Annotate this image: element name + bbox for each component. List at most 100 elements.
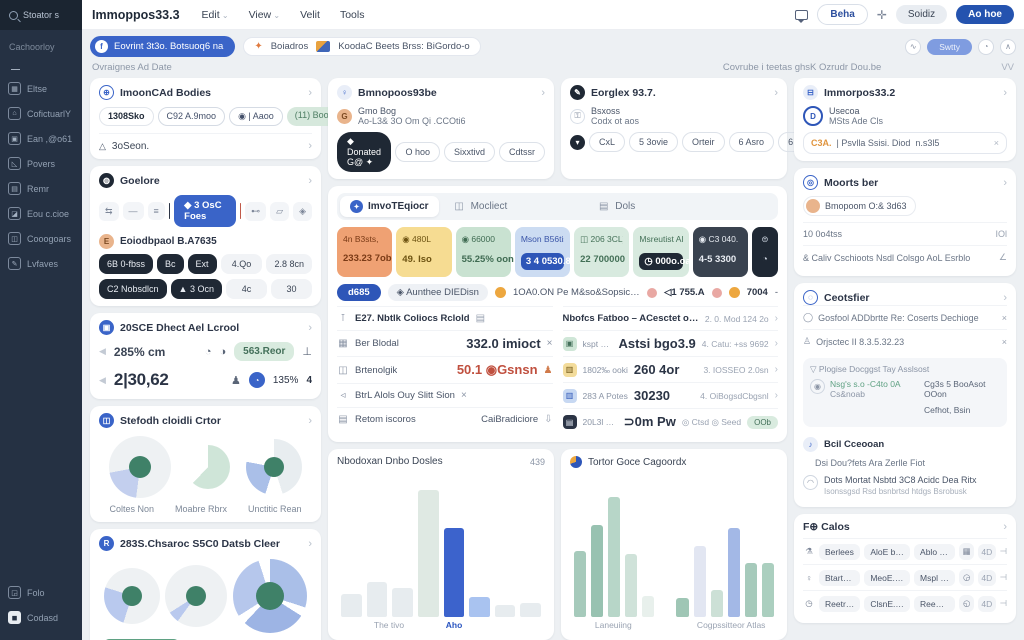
action-button[interactable]: C2 Nobsdlcn <box>99 279 167 299</box>
bar[interactable] <box>608 497 620 617</box>
person-icon[interactable]: ♟ <box>231 374 241 387</box>
chevron-right-icon[interactable]: › <box>541 87 545 99</box>
bar-plot[interactable] <box>570 468 778 617</box>
list-row[interactable]: ▦ Ber Blodal 332.0 imioct × <box>337 330 553 356</box>
toolbar-primary-pill[interactable]: f Eovrint 3t3o. Botsuoq6 na <box>90 36 235 57</box>
ghost-button[interactable]: CxL <box>589 132 625 152</box>
segment-button[interactable]: ⊷ <box>245 202 266 221</box>
ghost-button[interactable]: 5 3ovie <box>629 132 678 152</box>
calos-cell[interactable]: Btartneo <box>819 570 860 586</box>
member-pill[interactable]: Bmopoom O:& 3d63 <box>803 196 916 216</box>
soidiz-button[interactable]: Soidiz <box>896 5 947 24</box>
bar[interactable] <box>418 490 439 617</box>
immorpos-header[interactable]: ⊟ Immorpos33.2 › <box>803 85 1007 100</box>
action-button[interactable]: Bc <box>157 254 184 274</box>
ceotsfier-row2[interactable]: ♙ Orjsctec II 8.3.5.32.23 × <box>803 329 1007 353</box>
bar[interactable] <box>392 588 413 617</box>
chevron-right-icon[interactable]: › <box>308 538 312 550</box>
aunthee-chip[interactable]: ◈ Aunthee DIEDisn <box>388 284 488 301</box>
chevron-right-icon[interactable]: › <box>1003 292 1007 304</box>
action-button[interactable]: 4c <box>226 279 267 299</box>
segment-button[interactable]: ▱ <box>270 202 289 221</box>
donut-chart[interactable] <box>246 439 302 495</box>
action-button[interactable]: ▲ 3 Ocn <box>171 279 222 299</box>
calendar-icon[interactable]: ◶ <box>959 569 974 586</box>
dhect-header[interactable]: ▣ 20SCE Dhect Ael Lcrool › <box>99 320 312 335</box>
chip[interactable]: C92 A.9moo <box>158 107 226 126</box>
donated-button[interactable]: ◆ Donated G@ ✦ <box>337 132 391 172</box>
list-row[interactable]: ▤ Retom iscoros CaiBradiciore ⇩ <box>337 407 553 431</box>
bar[interactable] <box>762 563 774 617</box>
calos-cell[interactable]: ReeSMiot <box>914 596 955 612</box>
chevron-right-icon[interactable]: › <box>308 415 312 427</box>
bar[interactable] <box>745 563 757 617</box>
caret-left-icon[interactable]: ◀ <box>99 375 106 386</box>
sidebar-footer-item[interactable]: ◲ Folo <box>0 580 82 605</box>
list-row[interactable]: ◫ Brtenolgik 50.1 ◉Gsnsn ♟ <box>337 356 553 383</box>
goelore-header[interactable]: ◍ Goelore › <box>99 173 312 188</box>
ghost-button[interactable]: Sixxtivd <box>444 142 495 162</box>
pies2-header[interactable]: R 283S.Chsaroc S5C0 Datsb Cleer › <box>99 536 312 551</box>
tab-mocliect[interactable]: ◫ Mocliect <box>443 196 518 217</box>
calos-cell[interactable]: Reetroo <box>819 596 860 612</box>
list-row[interactable]: ▣ kspt 85 ossorf 22 Astsi bgo3.9 4. Catu… <box>563 330 779 356</box>
row-trailing-icon[interactable]: ♟ <box>544 365 553 376</box>
wave-icon-button[interactable]: ∿ <box>905 39 921 55</box>
row-trailing-icon[interactable]: ▤ <box>476 313 485 324</box>
swtty-button[interactable]: Swtty <box>927 39 972 55</box>
calos-row[interactable]: ◷ Reetroo ClsnE.3&06 ReeSMiot ◵ 4D ⊣ <box>803 590 1007 616</box>
bar[interactable] <box>625 554 637 617</box>
ceotsfier-row1[interactable]: ◯ Gosfool ADDbrtte Re: Coserts Dechioge … <box>803 305 1007 329</box>
menu-item[interactable]: Tools <box>340 9 365 21</box>
chevron-right-icon[interactable]: › <box>308 87 312 99</box>
clear-icon[interactable]: × <box>994 138 999 148</box>
collapse-icon[interactable]: ∠ <box>999 252 1007 263</box>
cloud-icon[interactable]: ◔ <box>205 346 212 358</box>
imoon-card-header[interactable]: ⊕ ImoonCAd Bodies › <box>99 85 312 100</box>
bar[interactable] <box>676 598 688 617</box>
donut-chart[interactable] <box>186 445 230 489</box>
bar[interactable] <box>367 582 388 617</box>
sidebar-item[interactable]: ◫ Cooogoars <box>0 226 82 251</box>
stat-tile[interactable]: ◉ C3 040. 4-5 3300 <box>693 227 748 277</box>
clock-badge-icon[interactable]: ◔ <box>249 372 265 388</box>
remove-icon[interactable]: × <box>1002 337 1007 347</box>
sidebar-item[interactable]: ✎ Lvfaves <box>0 251 82 276</box>
menu-item[interactable]: View <box>249 9 281 21</box>
row-trailing[interactable]: OOb <box>747 416 778 429</box>
calos-cell[interactable]: Berlees <box>819 544 860 560</box>
row-trailing-icon[interactable]: × <box>547 338 553 349</box>
row-trailing[interactable]: › <box>775 338 778 349</box>
reor-chip[interactable]: 563.Reor <box>234 342 294 361</box>
segment-button[interactable]: ⇆ <box>99 202 119 221</box>
beha-button[interactable]: Beha <box>817 4 867 25</box>
eorglex-header[interactable]: ✎ Eorglex 93.7. › <box>570 85 778 100</box>
row-trailing-icon[interactable]: ⇩ <box>544 414 552 425</box>
search-field[interactable]: C3A. | Psvlla Ssisi. Diod n.s3l5 × <box>803 132 1007 154</box>
osc-foes-button[interactable]: ◆ 3 OsC Foes <box>174 195 236 227</box>
bar[interactable] <box>711 590 723 617</box>
bcil-row[interactable]: ♪ Bcil Cceooan <box>803 432 1007 455</box>
calos-cell[interactable]: MeoE.52t6 <box>864 570 910 586</box>
calos-row[interactable]: ⚗ Berlees AloE blos Ablo Fols ▦ 4D ⊣ <box>803 538 1007 564</box>
sidebar-item[interactable]: ◪ Eou c.cioe <box>0 201 82 226</box>
chevron-right-icon[interactable]: › <box>1003 521 1007 533</box>
calos-row[interactable]: ♀ Btartneo MeoE.52t6 Mspl Bok ◶ 4D ⊣ <box>803 564 1007 590</box>
moorts-header[interactable]: ◎ Moorts ber › <box>803 175 1007 190</box>
sidebar-item[interactable]: ▦ Eltse <box>0 76 82 101</box>
calendar-icon[interactable]: ◵ <box>959 595 974 612</box>
donut-chart[interactable] <box>165 565 227 627</box>
bar[interactable] <box>444 528 465 617</box>
ghost-button[interactable]: Cdtssr <box>499 142 545 162</box>
moorts-row2[interactable]: & Caliv Cschioots Nsdl Colsgo AoL Esrblo… <box>803 245 1007 269</box>
bar[interactable] <box>642 596 654 617</box>
list-row[interactable]: ▥ 1802‰ ooki 260 4or 3. IOSSEO 2.0sn › <box>563 356 779 382</box>
comment-icon[interactable] <box>795 10 808 20</box>
stat-tile[interactable]: ◫ 206 3CL) 22 700000 <box>574 227 629 277</box>
calos-cell[interactable]: Mspl Bok <box>914 570 955 586</box>
calos-cell[interactable]: Ablo Fols <box>914 544 955 560</box>
action-button[interactable]: Ext <box>188 254 217 274</box>
sidebar-item[interactable]: ▣ Ean ,@o61 <box>0 126 82 151</box>
pies1-header[interactable]: ◫ Stefodh cloidli Crtor › <box>99 413 312 428</box>
sidebar-item[interactable]: ⌂ CofictuarlY <box>0 101 82 126</box>
